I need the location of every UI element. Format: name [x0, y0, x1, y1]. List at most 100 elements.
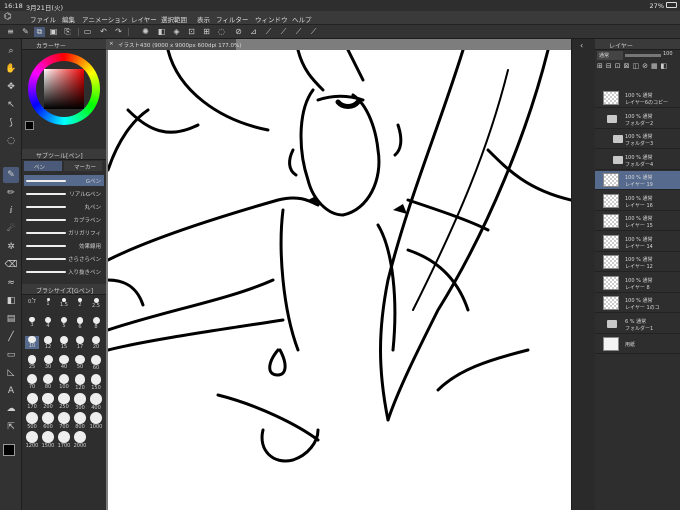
brush-size-option[interactable]: 50: [73, 355, 87, 370]
transform-icon[interactable]: ⊡: [186, 27, 197, 37]
export-icon[interactable]: ⎘: [62, 27, 73, 37]
layer-row[interactable]: 100 % 通常 レイヤー 1のコ: [595, 294, 680, 313]
brush-size-option[interactable]: 800: [73, 412, 87, 430]
layer-folder-row[interactable]: 100 % 通常 フォルダー2: [595, 110, 680, 129]
brush-size-option[interactable]: 200: [41, 393, 55, 410]
brush-size-option[interactable]: 600: [41, 412, 55, 430]
brush-size-option[interactable]: 10: [25, 336, 39, 350]
brush-size-option[interactable]: 20: [89, 336, 103, 350]
lasso-icon[interactable]: ◌: [216, 27, 227, 37]
brush-item[interactable]: Gペン: [24, 175, 104, 186]
brush-item[interactable]: カブラペン: [24, 214, 104, 225]
brush-size-option[interactable]: 2: [73, 298, 87, 308]
move-icon[interactable]: ✥: [3, 79, 19, 95]
select-icon[interactable]: ◌: [3, 133, 19, 149]
layer-row[interactable]: 100 % 通常 レイヤー 16: [595, 192, 680, 211]
eyedropper-icon[interactable]: ⟆: [3, 115, 19, 131]
main-color-swatch[interactable]: [3, 444, 15, 456]
brush-size-option[interactable]: 1700: [57, 431, 71, 449]
tool-property-icon[interactable]: ✎: [20, 27, 31, 37]
brush-size-option[interactable]: 1000: [89, 412, 103, 430]
brush-size-option[interactable]: 700: [57, 412, 71, 430]
brush-size-option[interactable]: 170: [25, 393, 39, 410]
menu-filter[interactable]: フィルター: [216, 14, 248, 24]
pen-c-icon[interactable]: ⟋: [293, 27, 304, 37]
drawing-canvas[interactable]: [108, 50, 571, 510]
layer-row[interactable]: 100 % 通常 レイヤー 14: [595, 233, 680, 252]
brush-size-option[interactable]: 15: [57, 336, 71, 350]
eraser-icon[interactable]: ⌫: [3, 257, 19, 273]
menu-icon[interactable]: ≡: [5, 27, 16, 37]
panel-collapse-icon[interactable]: ‹: [580, 41, 583, 50]
brush-size-option[interactable]: 250: [57, 393, 71, 410]
ruler-icon[interactable]: ⊿: [248, 27, 259, 37]
brush-size-option[interactable]: 8: [89, 317, 103, 330]
brush-size-option[interactable]: 2.5: [89, 298, 103, 309]
brush-size-option[interactable]: 30: [41, 355, 55, 370]
brush-size-option[interactable]: 500: [25, 412, 39, 430]
ruler-tool-icon[interactable]: ◺: [3, 365, 19, 381]
fill-tool-icon[interactable]: ◧: [3, 293, 19, 309]
delete-icon[interactable]: ▭: [82, 27, 93, 37]
layer-row[interactable]: 用紙: [595, 335, 680, 354]
brush-size-option[interactable]: 400: [89, 393, 103, 411]
saturation-square[interactable]: [44, 69, 84, 109]
layer-row[interactable]: 100 % 通常 レイヤー 15: [595, 212, 680, 231]
brush-size-option[interactable]: 0.7: [25, 298, 39, 305]
brush-size-option[interactable]: 6: [73, 317, 87, 330]
close-tab-icon[interactable]: ×: [109, 41, 114, 47]
layer-folder-row[interactable]: 6 % 通常 フォルダー1: [595, 315, 680, 334]
app-logo-icon[interactable]: ⌬: [4, 12, 12, 22]
brush-size-option[interactable]: 150: [89, 374, 103, 391]
blend-icon[interactable]: ≈: [3, 275, 19, 291]
layer-row[interactable]: 100 % 通常 レイヤー 8: [595, 274, 680, 293]
pen-b-icon[interactable]: ⟋: [278, 27, 289, 37]
menu-window[interactable]: ウィンドウ: [255, 14, 288, 24]
menu-help[interactable]: ヘルプ: [292, 14, 312, 24]
brush-size-option[interactable]: 60: [89, 355, 103, 371]
brush-size-option[interactable]: 40: [57, 355, 71, 370]
brush-size-option[interactable]: 1: [41, 298, 55, 307]
pen-a-icon[interactable]: ⟋: [263, 27, 274, 37]
fill-icon[interactable]: ◧: [156, 27, 167, 37]
brush-icon[interactable]: ⧉: [34, 27, 45, 37]
brush-size-option[interactable]: 12: [41, 336, 55, 350]
layer-folder-row[interactable]: 100 % 通常 フォルダー4: [595, 151, 680, 170]
brush-item[interactable]: 効果線用: [24, 240, 104, 251]
brush-size-option[interactable]: 2000: [73, 431, 87, 449]
figure-icon[interactable]: ╱: [3, 329, 19, 345]
gradient-icon[interactable]: ▤: [3, 311, 19, 327]
correction-icon[interactable]: ⇱: [3, 419, 19, 435]
balloon-icon[interactable]: ☁: [3, 401, 19, 417]
brush-size-option[interactable]: 17: [73, 336, 87, 350]
zoom-icon[interactable]: ⌕: [3, 43, 19, 59]
deselect-icon[interactable]: ⊘: [233, 27, 244, 37]
menu-selection[interactable]: 選択範囲: [161, 14, 187, 24]
pen-icon[interactable]: ✎: [3, 167, 19, 183]
operation-icon[interactable]: ↖: [3, 97, 19, 113]
brush-size-option[interactable]: 4: [41, 317, 55, 329]
menu-file[interactable]: ファイル: [30, 14, 56, 24]
menu-animation[interactable]: アニメーション: [82, 14, 127, 24]
brush-size-option[interactable]: 1500: [41, 431, 55, 449]
subtool-tab-pen[interactable]: ペン: [24, 161, 62, 171]
save-icon[interactable]: ▣: [48, 27, 59, 37]
brush-size-option[interactable]: 70: [25, 374, 39, 390]
brush-size-option[interactable]: 120: [73, 374, 87, 391]
text-icon[interactable]: A: [3, 383, 19, 399]
layer-row[interactable]: 100 % 通常 レイヤー 19: [595, 171, 680, 190]
decoration-icon[interactable]: ✲: [3, 239, 19, 255]
canvas-tab[interactable]: × イラスト430 (9000 x 9000px 600dpi 177.0%): [106, 39, 241, 50]
clear-icon[interactable]: ✺: [140, 27, 151, 37]
brush-tool-icon[interactable]: ⅈ: [3, 203, 19, 219]
brush-item[interactable]: 丸ペン: [24, 201, 104, 212]
grid-icon[interactable]: ⊞: [201, 27, 212, 37]
brush-size-option[interactable]: 5: [57, 317, 71, 329]
layer-row[interactable]: 100 % 通常 レイヤー 12: [595, 253, 680, 272]
bucket-icon[interactable]: ◈: [171, 27, 182, 37]
menu-view[interactable]: 表示: [197, 14, 210, 24]
brush-size-option[interactable]: 100: [57, 374, 71, 390]
brush-size-option[interactable]: 3: [25, 317, 39, 328]
hand-icon[interactable]: ✋: [3, 61, 19, 77]
brush-size-option[interactable]: 25: [25, 355, 39, 370]
